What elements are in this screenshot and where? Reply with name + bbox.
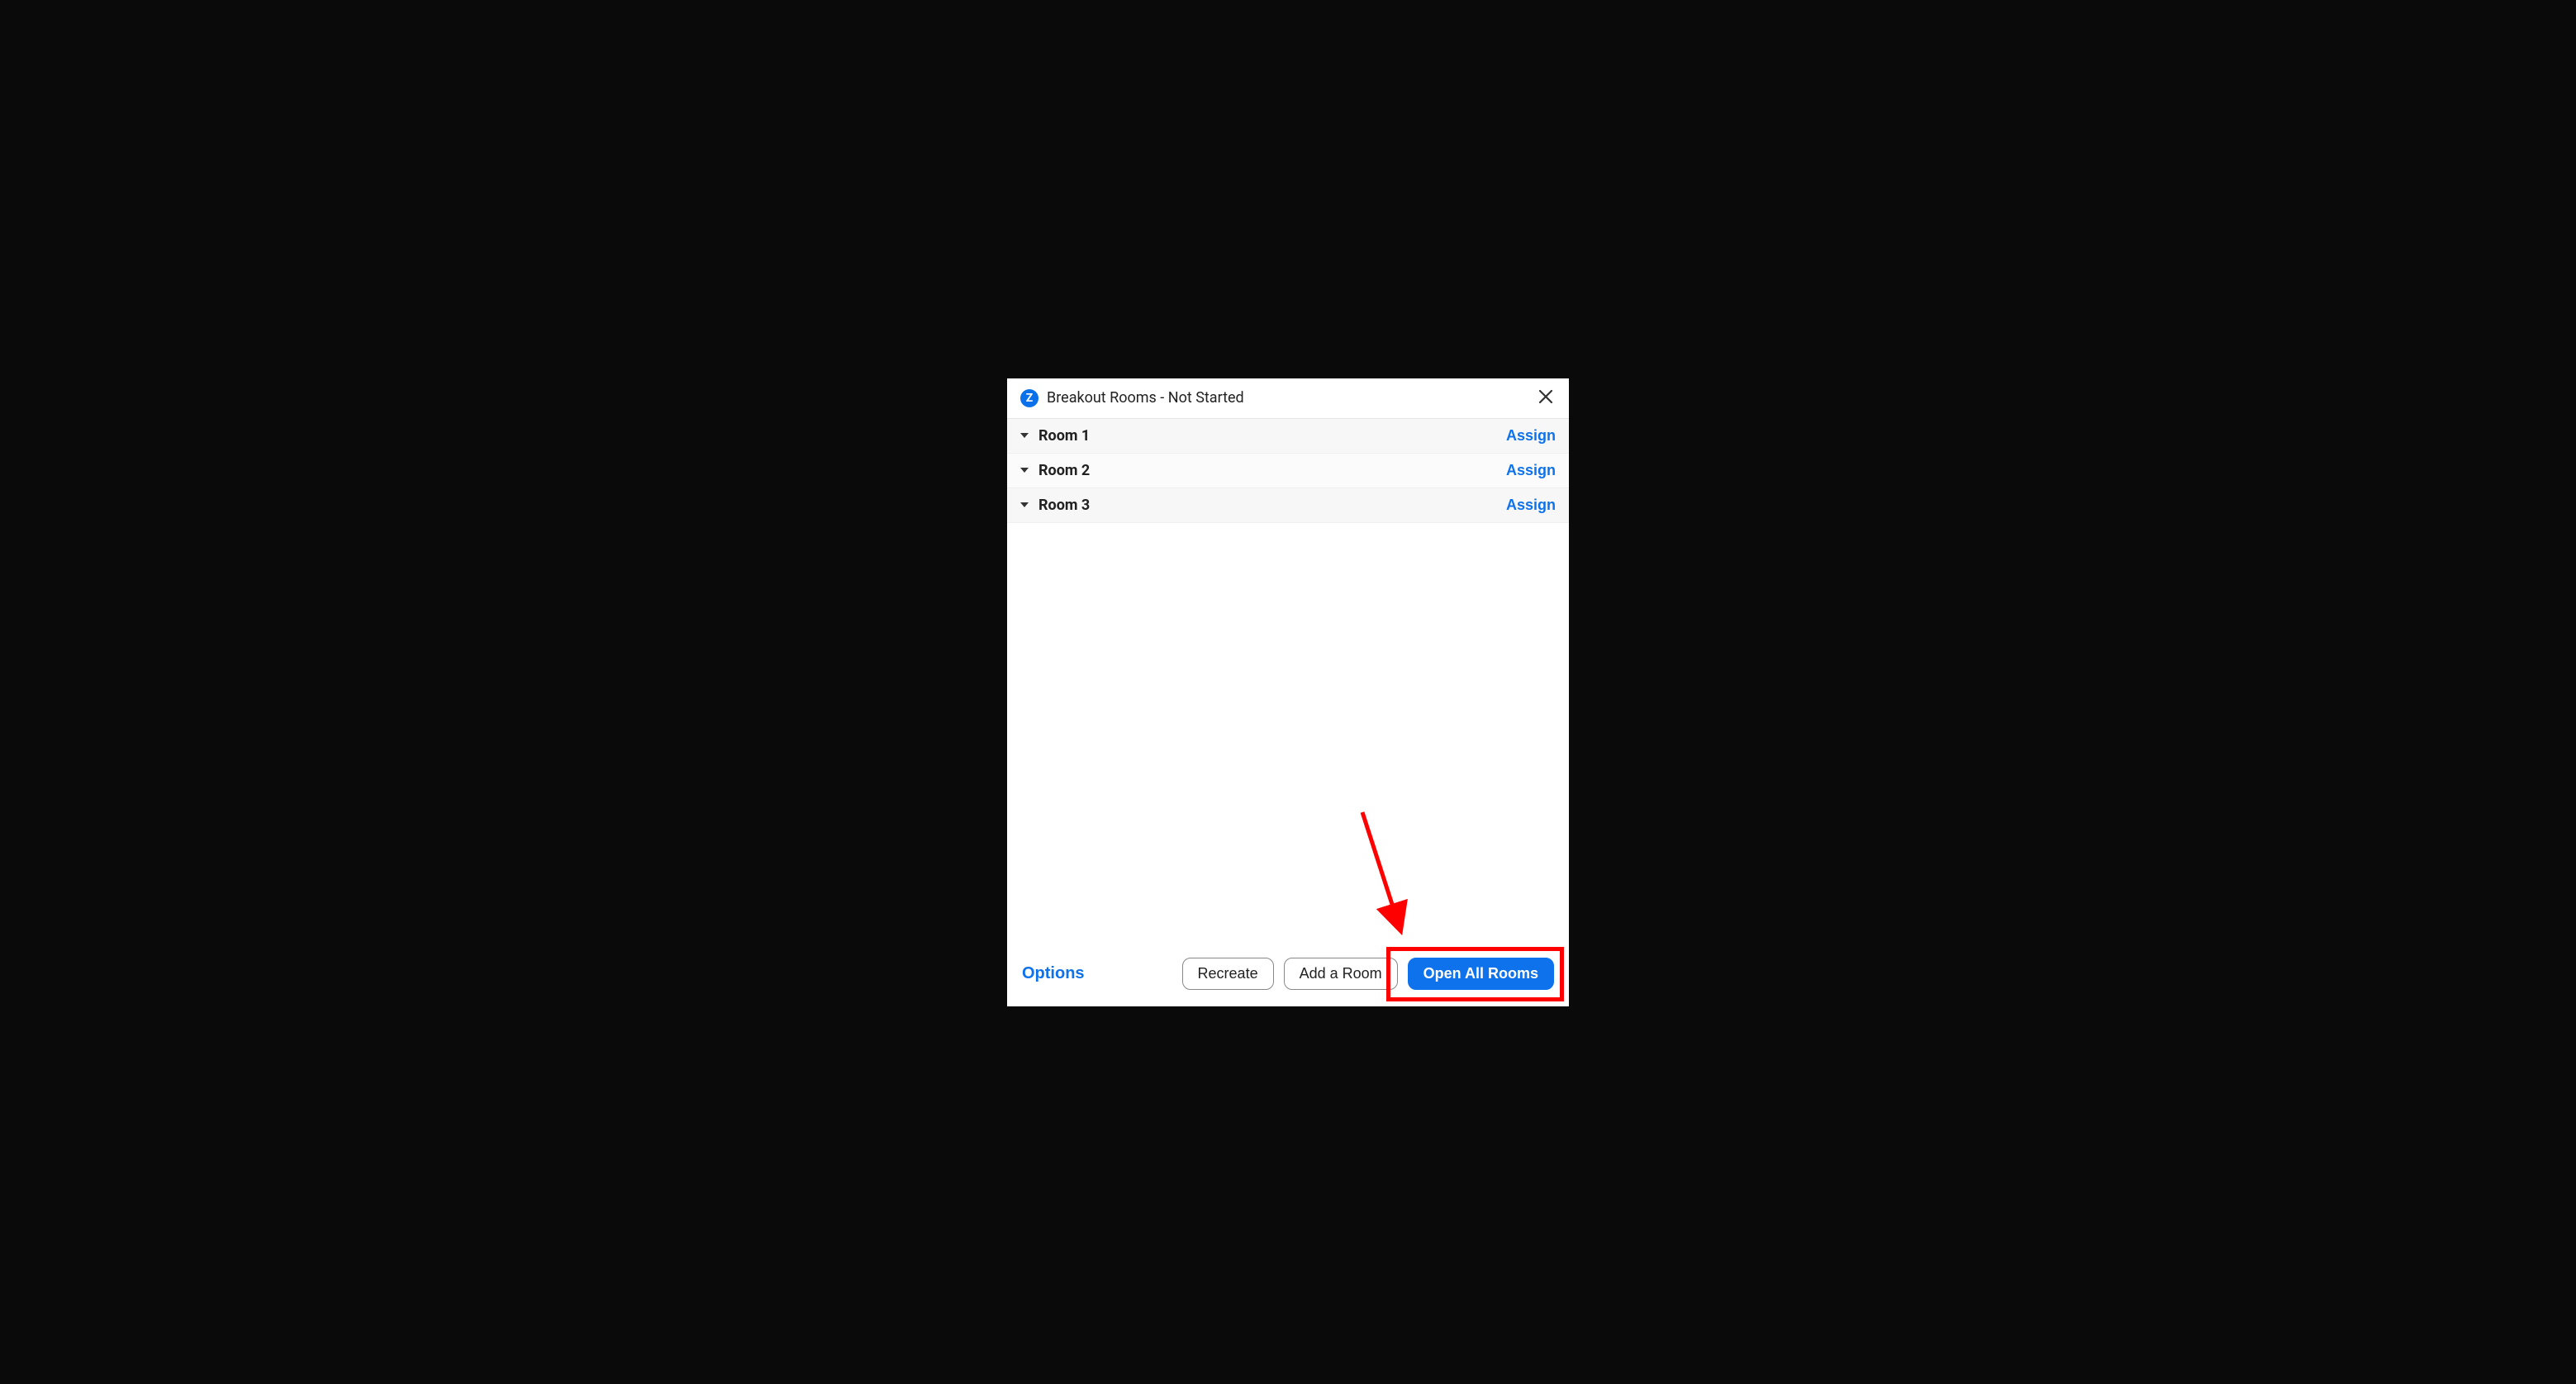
titlebar: Z Breakout Rooms - Not Started — [1007, 378, 1569, 419]
add-room-button[interactable]: Add a Room — [1284, 958, 1398, 990]
dialog-title: Breakout Rooms - Not Started — [1047, 389, 1528, 407]
room-name: Room 1 — [1038, 427, 1496, 445]
zoom-icon: Z — [1020, 389, 1038, 407]
assign-button[interactable]: Assign — [1506, 427, 1556, 445]
options-button[interactable]: Options — [1022, 964, 1085, 983]
room-list: Room 1 Assign Room 2 Assign Room 3 Assig… — [1007, 419, 1569, 944]
close-icon — [1538, 388, 1553, 409]
caret-down-icon — [1020, 502, 1029, 507]
room-name: Room 3 — [1038, 497, 1496, 514]
close-button[interactable] — [1536, 388, 1556, 408]
assign-button[interactable]: Assign — [1506, 462, 1556, 479]
caret-down-icon — [1020, 468, 1029, 473]
open-all-rooms-button[interactable]: Open All Rooms — [1408, 958, 1554, 990]
caret-down-icon — [1020, 433, 1029, 438]
room-row[interactable]: Room 1 Assign — [1007, 419, 1569, 454]
breakout-rooms-dialog: Z Breakout Rooms - Not Started Room 1 As… — [1007, 378, 1569, 1006]
room-row[interactable]: Room 3 Assign — [1007, 488, 1569, 523]
dialog-footer: Options Recreate Add a Room Open All Roo… — [1007, 944, 1569, 1006]
assign-button[interactable]: Assign — [1506, 497, 1556, 514]
room-name: Room 2 — [1038, 462, 1496, 479]
recreate-button[interactable]: Recreate — [1182, 958, 1274, 990]
room-row[interactable]: Room 2 Assign — [1007, 454, 1569, 488]
